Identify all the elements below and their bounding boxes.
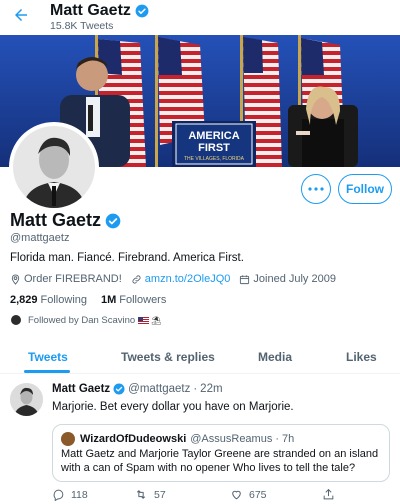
follower-avatars [10,314,22,326]
reply-button[interactable]: 118 [52,488,88,501]
quoted-author-handle: @AssusReamus [190,433,273,445]
joined-item: Joined July 2009 [239,273,336,285]
quoted-separator: · [275,433,280,445]
followers-label: Followers [119,294,167,306]
profile-meta: Order FIREBRAND! amzn.to/2OleJQ0 Joined … [10,273,345,285]
sign-line2: FIRST [198,142,230,154]
tweet-header: Matt Gaetz @mattgaetz · 22m [52,383,223,395]
profile-name-text: Matt Gaetz [10,210,102,230]
profile-url-link[interactable]: amzn.to/2OleJQ0 [145,273,231,285]
heart-icon [232,490,241,500]
quoted-tweet-header: WizardOfDudeowski @AssusReamus · 7h [61,432,294,446]
followed-by[interactable]: Followed by Dan Scavino ⛱ [10,314,161,326]
followed-by-text: Followed by Dan Scavino [28,314,136,326]
tab-likes[interactable]: Likes [346,350,377,364]
tweet-author-name[interactable]: Matt Gaetz [52,383,110,395]
tab-media[interactable]: Media [258,350,292,364]
calendar-icon [240,274,250,284]
retweet-count: 57 [154,488,166,501]
followers-count: 1M [101,294,117,306]
sign-line3: THE VILLAGES, FLORIDA [184,156,245,162]
island-emoji-icon: ⛱ [151,315,162,325]
tab-tweets[interactable]: Tweets [28,350,68,364]
profile-photo [13,126,95,208]
back-arrow-icon[interactable] [12,6,30,24]
header-title-text: Matt Gaetz [50,2,131,19]
tweet-avatar-photo [10,383,43,416]
tweet-author-handle: @mattgaetz [128,383,191,395]
tweet-time[interactable]: 22m [200,383,222,395]
like-count: 675 [249,488,267,501]
profile-bio: Florida man. Fiancé. Firebrand. America … [10,252,244,264]
retweet-icon [136,490,146,499]
avatar [10,314,22,326]
profile-handle: @mattgaetz [10,232,70,244]
top-bar: Matt Gaetz 15.8K Tweets [0,0,400,34]
tweet-separator: · [193,383,198,395]
more-options-button[interactable] [301,174,331,204]
profile-tabs: Tweets Tweets & replies Media Likes [0,340,400,374]
tweet-text: Marjorie. Bet every dollar you have on M… [52,401,294,413]
retweet-button[interactable]: 57 [134,488,166,501]
joined-text: Joined July 2009 [253,273,336,285]
followers-link[interactable]: 1M Followers [101,294,166,306]
profile-avatar[interactable] [9,122,99,212]
quoted-tweet[interactable]: WizardOfDudeowski @AssusReamus · 7h Matt… [52,424,390,482]
location-item: Order FIREBRAND! [10,273,122,285]
url-item[interactable]: amzn.to/2OleJQ0 [131,273,231,285]
active-tab-indicator [24,370,70,373]
quoted-time: 7h [282,433,295,445]
share-icon [323,488,334,500]
avatar [61,432,75,446]
verified-badge-icon [113,383,125,395]
tweet[interactable]: Matt Gaetz @mattgaetz · 22m Marjorie. Be… [0,374,400,504]
reply-icon [53,489,64,501]
profile-stats: 2,829 Following 1M Followers [10,294,180,306]
following-label: Following [40,294,87,306]
verified-badge-icon [135,4,149,18]
quoted-tweet-text: Matt Gaetz and Marjorie Taylor Greene ar… [61,448,379,474]
header-tweet-count: 15.8K Tweets [50,20,114,32]
location-pin-icon [11,273,20,285]
quoted-author-name: WizardOfDudeowski [80,433,187,445]
reply-count: 118 [71,488,88,501]
link-icon [132,274,141,284]
us-flag-emoji-icon [138,316,150,324]
tab-tweets-replies[interactable]: Tweets & replies [121,350,215,364]
tweet-avatar[interactable] [10,383,43,416]
location-text: Order FIREBRAND! [24,273,122,285]
like-button[interactable]: 675 [230,488,267,501]
sign-line1: AMERICA [188,130,239,142]
follow-button[interactable]: Follow [338,174,392,204]
tweet-actions: 118 57 675 [52,488,352,504]
more-dots-icon [308,187,324,191]
following-count: 2,829 [10,294,38,306]
header-title: Matt Gaetz [50,2,149,20]
following-link[interactable]: 2,829 Following [10,294,87,306]
profile-name: Matt Gaetz [10,210,121,231]
verified-badge-icon [105,213,121,228]
share-button[interactable] [322,488,341,501]
